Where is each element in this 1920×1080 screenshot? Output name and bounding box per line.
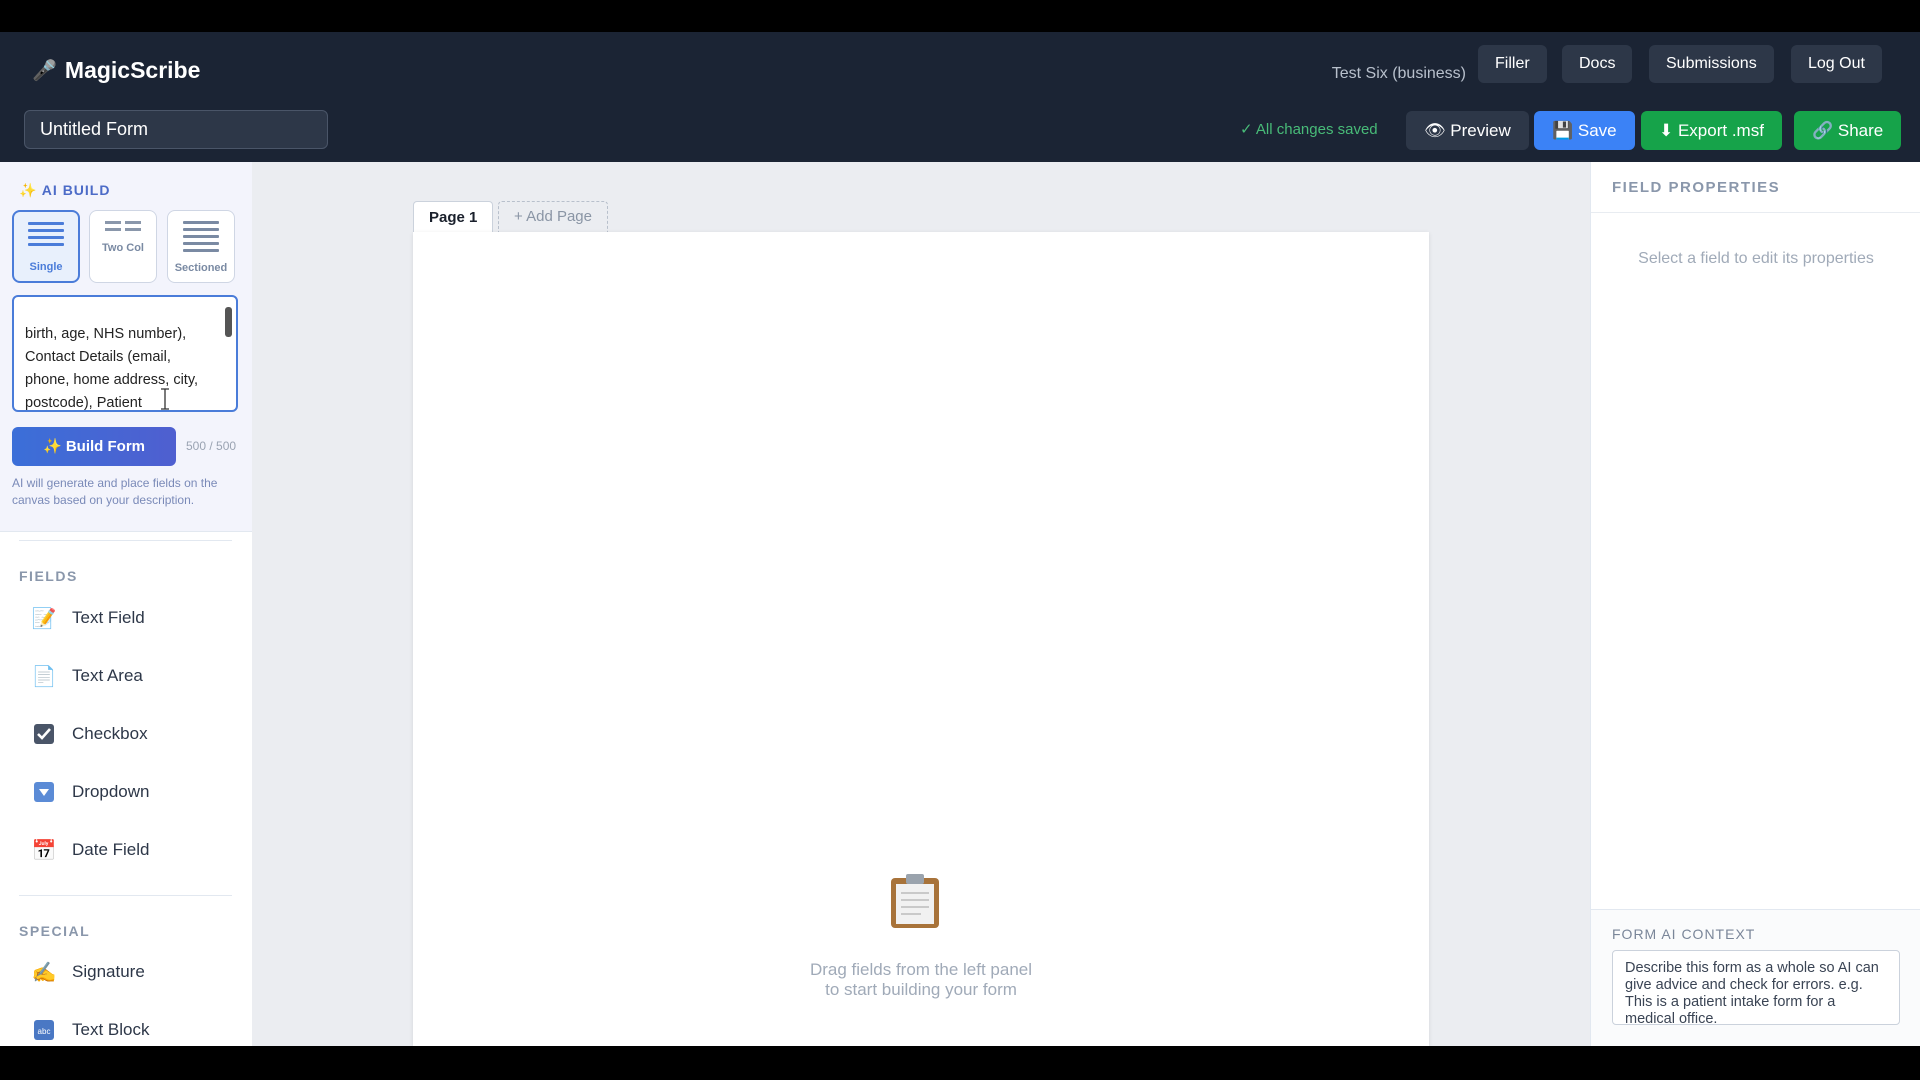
form-title-input[interactable]: Untitled Form bbox=[24, 110, 328, 149]
single-layout-icon bbox=[14, 222, 78, 246]
app-window: 🎤 MagicScribe Test Six (business) Filler… bbox=[0, 32, 1920, 1046]
svg-text:abc: abc bbox=[38, 1027, 51, 1036]
sectioned-layout-icon bbox=[168, 221, 234, 252]
field-label: Text Field bbox=[72, 608, 145, 627]
field-label: Checkbox bbox=[72, 724, 148, 743]
checkbox-icon bbox=[32, 722, 56, 746]
char-count: 500 / 500 bbox=[186, 439, 237, 453]
field-text-block[interactable]: abc Text Block bbox=[32, 1010, 149, 1046]
text-cursor-icon bbox=[161, 388, 169, 410]
empty-line-1: Drag fields from the left panel bbox=[809, 960, 1033, 979]
field-date-field[interactable]: 📅 Date Field bbox=[31, 830, 150, 870]
divider bbox=[19, 895, 232, 896]
layout-label: Sectioned bbox=[174, 262, 228, 274]
tab-page-1[interactable]: Page 1 bbox=[413, 201, 494, 233]
context-title: FORM AI CONTEXT bbox=[1612, 926, 1756, 942]
ai-prompt-textarea[interactable]: birth, age, NHS number), Contact Details… bbox=[12, 295, 238, 412]
filler-button[interactable]: Filler bbox=[1478, 45, 1547, 83]
export-button[interactable]: ⬇ Export .msf bbox=[1641, 111, 1782, 150]
field-text-area[interactable]: 📄 Text Area bbox=[32, 656, 143, 696]
field-label: Date Field bbox=[72, 840, 150, 859]
brand[interactable]: 🎤 MagicScribe bbox=[32, 50, 200, 90]
ai-build-title: ✨ AI BUILD bbox=[19, 182, 111, 198]
writing-hand-icon: ✍️ bbox=[31, 961, 57, 984]
layout-two-col-option[interactable]: Two Col bbox=[89, 210, 157, 283]
build-form-button[interactable]: ✨ Build Form bbox=[12, 427, 176, 466]
special-section-title: SPECIAL bbox=[19, 923, 91, 939]
header: 🎤 MagicScribe Test Six (business) Filler… bbox=[0, 32, 1920, 162]
form-ai-context-section: FORM AI CONTEXT Describe this form as a … bbox=[1591, 909, 1920, 1046]
field-text-field[interactable]: 📝 Text Field bbox=[32, 598, 145, 638]
submissions-button[interactable]: Submissions bbox=[1649, 45, 1774, 83]
field-label: Text Area bbox=[72, 666, 143, 685]
page-icon: 📄 bbox=[31, 665, 57, 688]
add-page-button[interactable]: + Add Page bbox=[498, 201, 608, 232]
empty-line-2: to start building your form bbox=[825, 980, 1017, 999]
microphone-icon: 🎤 bbox=[32, 59, 57, 82]
field-dropdown[interactable]: Dropdown bbox=[32, 772, 150, 812]
ai-help-text: AI will generate and place fields on the… bbox=[12, 476, 218, 507]
clipboard-icon bbox=[891, 874, 939, 928]
field-signature[interactable]: ✍️ Signature bbox=[32, 952, 145, 992]
divider bbox=[19, 540, 232, 541]
form-context-textarea[interactable]: Describe this form as a whole so AI can … bbox=[1612, 950, 1900, 1025]
prompt-scrollbar[interactable] bbox=[225, 307, 232, 337]
share-button[interactable]: 🔗 Share bbox=[1794, 111, 1902, 150]
layout-single-option[interactable]: Single bbox=[12, 210, 80, 283]
ai-build-panel: ✨ AI BUILD Single Two Col Sectioned birt… bbox=[0, 162, 252, 532]
divider bbox=[1591, 212, 1920, 213]
preview-button[interactable]: 👁 Preview bbox=[1406, 111, 1529, 150]
brand-name: MagicScribe bbox=[64, 56, 201, 83]
field-properties-panel: FIELD PROPERTIES Select a field to edit … bbox=[1590, 162, 1920, 1046]
calendar-icon: 📅 bbox=[31, 839, 57, 862]
empty-canvas-message: Drag fields from the left panel to start… bbox=[413, 960, 1429, 1000]
left-sidebar: ✨ AI BUILD Single Two Col Sectioned birt… bbox=[0, 162, 253, 1046]
layout-label: Two Col bbox=[102, 242, 144, 254]
user-label: Test Six (business) bbox=[1331, 65, 1466, 82]
field-label: Text Block bbox=[72, 1020, 150, 1039]
properties-title: FIELD PROPERTIES bbox=[1612, 179, 1781, 196]
layout-sectioned-option[interactable]: Sectioned bbox=[167, 210, 235, 283]
prompt-text: birth, age, NHS number), Contact Details… bbox=[25, 326, 199, 411]
memo-icon: 📝 bbox=[31, 607, 57, 630]
save-button[interactable]: 💾 Save bbox=[1534, 111, 1635, 150]
two-col-layout-icon bbox=[90, 221, 156, 231]
dropdown-icon bbox=[32, 780, 56, 804]
canvas-area: Page 1 + Add Page Drag fields from the l… bbox=[252, 162, 1590, 1046]
save-status: ✓ All changes saved bbox=[1240, 121, 1378, 138]
fields-section-title: FIELDS bbox=[19, 568, 78, 584]
logout-button[interactable]: Log Out bbox=[1791, 45, 1882, 83]
abc-icon: abc bbox=[32, 1018, 56, 1042]
field-checkbox[interactable]: Checkbox bbox=[32, 714, 148, 754]
layout-label: Single bbox=[29, 261, 63, 273]
form-canvas[interactable]: Drag fields from the left panel to start… bbox=[413, 232, 1429, 1046]
docs-button[interactable]: Docs bbox=[1562, 45, 1633, 83]
properties-empty-message: Select a field to edit its properties bbox=[1638, 250, 1874, 267]
field-label: Dropdown bbox=[72, 782, 150, 801]
field-label: Signature bbox=[72, 962, 145, 981]
